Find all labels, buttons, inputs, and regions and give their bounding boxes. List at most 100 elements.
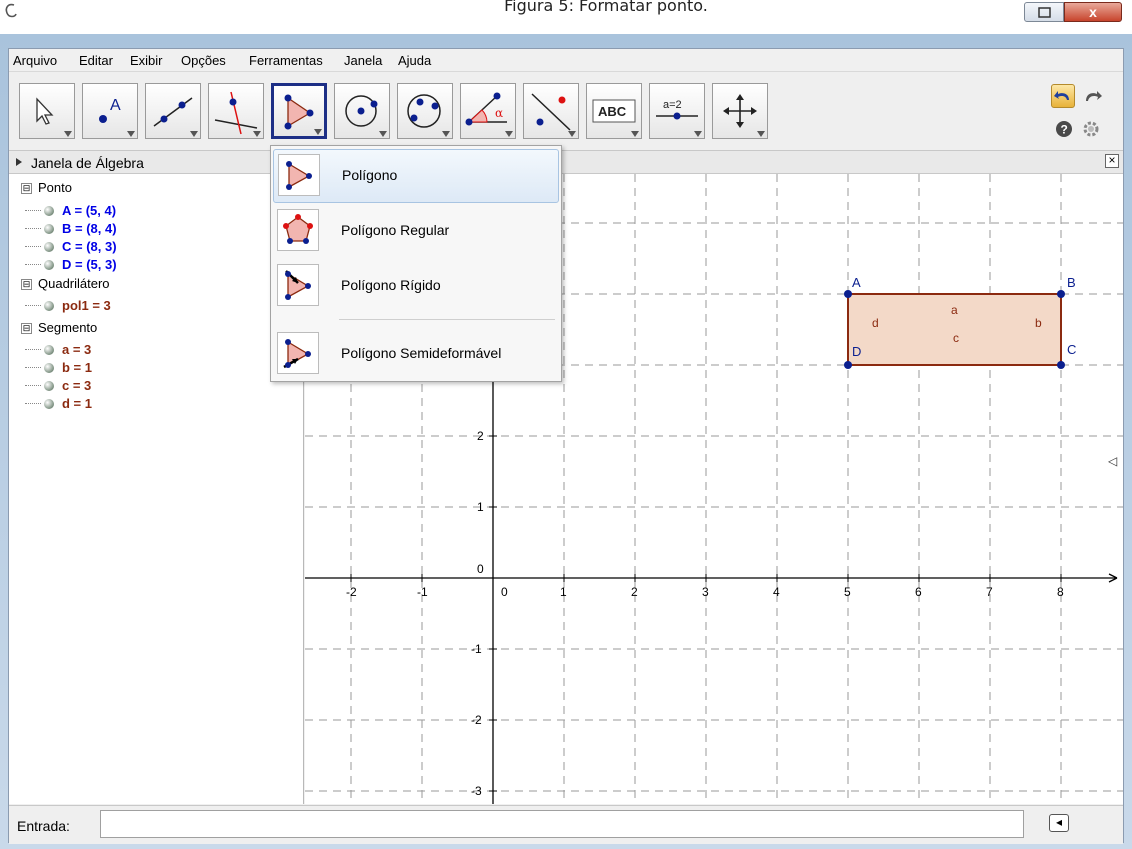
slider-icon: a=2 bbox=[656, 99, 698, 120]
toolbar: A α ABC a=2 ? bbox=[9, 72, 1123, 150]
y-tick-label: 2 bbox=[477, 429, 484, 443]
algebra-item-A[interactable]: A = (5, 4) bbox=[25, 203, 116, 218]
point-C[interactable] bbox=[1057, 361, 1065, 369]
algebra-view: ⊟ Ponto A = (5, 4) B = (8, 4) C = (8, 3) … bbox=[9, 174, 304, 804]
menu-arquivo[interactable]: Arquivo bbox=[13, 53, 57, 68]
menu-editar[interactable]: Editar bbox=[79, 53, 113, 68]
menu-ferramentas[interactable]: Ferramentas bbox=[249, 53, 323, 68]
point-label-A: A bbox=[852, 275, 861, 290]
line-tool-button[interactable] bbox=[145, 83, 201, 139]
algebra-item-C[interactable]: C = (8, 3) bbox=[25, 239, 117, 254]
maximize-button[interactable] bbox=[1024, 2, 1064, 22]
point-label-D: D bbox=[852, 344, 861, 359]
text-tool-button[interactable]: ABC bbox=[586, 83, 642, 139]
dropdown-item-poligono[interactable]: Polígono bbox=[273, 149, 559, 203]
point-label-B: B bbox=[1067, 275, 1076, 290]
svg-text:a=2: a=2 bbox=[663, 99, 682, 111]
redo-icon bbox=[1086, 91, 1102, 101]
input-field[interactable] bbox=[100, 810, 1024, 838]
collapse-icon: ⊟ bbox=[21, 279, 32, 290]
visibility-toggle-icon[interactable] bbox=[44, 301, 54, 311]
visibility-toggle-icon[interactable] bbox=[44, 206, 54, 216]
rigid-polygon-icon bbox=[277, 264, 319, 306]
algebra-item-b[interactable]: b = 1 bbox=[25, 360, 92, 375]
settings-button[interactable] bbox=[1081, 119, 1101, 139]
point-D[interactable] bbox=[844, 361, 852, 369]
move-tool-button[interactable] bbox=[19, 83, 75, 139]
segment-label-a: a bbox=[951, 303, 958, 317]
side-panel-arrow-icon[interactable]: ◁ bbox=[1108, 454, 1117, 468]
category-ponto[interactable]: ⊟ Ponto bbox=[21, 180, 72, 195]
point-B[interactable] bbox=[1057, 290, 1065, 298]
close-view-button[interactable]: × bbox=[1105, 154, 1119, 168]
perpendicular-tool-button[interactable] bbox=[208, 83, 264, 139]
svg-text:α: α bbox=[495, 106, 503, 120]
input-label: Entrada: bbox=[17, 818, 70, 834]
visibility-toggle-icon[interactable] bbox=[44, 260, 54, 270]
algebra-item-B[interactable]: B = (8, 4) bbox=[25, 221, 117, 236]
y-tick-label: 1 bbox=[477, 500, 484, 514]
x-tick-label: 6 bbox=[915, 585, 922, 599]
angle-icon: α bbox=[465, 92, 507, 126]
help-icon: ? bbox=[1056, 121, 1072, 137]
y-tick-label: -2 bbox=[471, 713, 482, 727]
category-segmento[interactable]: ⊟ Segmento bbox=[21, 320, 97, 335]
polygon-tool-button[interactable] bbox=[271, 83, 327, 139]
circle-through-points-icon bbox=[407, 94, 441, 128]
algebra-item-a[interactable]: a = 3 bbox=[25, 342, 91, 357]
x-tick-label: 5 bbox=[844, 585, 851, 599]
visibility-toggle-icon[interactable] bbox=[44, 381, 54, 391]
dropdown-item-poligono-rigido[interactable]: Polígono Rígido bbox=[271, 259, 561, 313]
polygon-icon bbox=[278, 154, 320, 196]
category-quadrilatero[interactable]: ⊟ Quadrilátero bbox=[21, 276, 110, 291]
y-tick-label: 0 bbox=[477, 562, 484, 576]
expand-triangle-icon[interactable] bbox=[15, 157, 23, 167]
visibility-toggle-icon[interactable] bbox=[44, 399, 54, 409]
menu-ajuda[interactable]: Ajuda bbox=[398, 53, 431, 68]
regular-polygon-icon bbox=[277, 209, 319, 251]
move-arrows-icon bbox=[723, 94, 757, 128]
redo-button[interactable] bbox=[1081, 84, 1105, 108]
visibility-toggle-icon[interactable] bbox=[44, 242, 54, 252]
reflect-about-line-icon bbox=[531, 93, 571, 131]
dropdown-item-poligono-semideformavel[interactable]: Polígono Semideformável bbox=[271, 327, 561, 381]
gear-icon bbox=[1083, 121, 1099, 137]
dropdown-item-poligono-regular[interactable]: Polígono Regular bbox=[271, 204, 561, 258]
point-A[interactable] bbox=[844, 290, 852, 298]
undo-button[interactable] bbox=[1051, 84, 1075, 108]
move-view-tool-button[interactable] bbox=[712, 83, 768, 139]
point-label-C: C bbox=[1067, 342, 1076, 357]
menu-janela[interactable]: Janela bbox=[344, 53, 382, 68]
visibility-toggle-icon[interactable] bbox=[44, 224, 54, 234]
visibility-toggle-icon[interactable] bbox=[44, 363, 54, 373]
x-tick-label: 4 bbox=[773, 585, 780, 599]
slider-tool-button[interactable]: a=2 bbox=[649, 83, 705, 139]
x-tick-label: 8 bbox=[1057, 585, 1064, 599]
x-tick-label: 1 bbox=[560, 585, 567, 599]
cursor-arrow-icon bbox=[36, 97, 54, 125]
point-tool-button[interactable]: A bbox=[82, 83, 138, 139]
semideformable-polygon-icon bbox=[277, 332, 319, 374]
x-tick-label: 2 bbox=[631, 585, 638, 599]
conic-tool-button[interactable] bbox=[397, 83, 453, 139]
algebra-item-d[interactable]: d = 1 bbox=[25, 396, 92, 411]
menu-opcoes[interactable]: Opções bbox=[181, 53, 226, 68]
circle-tool-button[interactable] bbox=[334, 83, 390, 139]
algebra-header-bar: Janela de Álgebra × bbox=[9, 150, 1123, 174]
x-tick-label: 0 bbox=[501, 585, 508, 599]
algebra-item-c[interactable]: c = 3 bbox=[25, 378, 91, 393]
point-icon: A bbox=[99, 97, 121, 123]
perpendicular-line-icon bbox=[214, 91, 258, 135]
reflect-tool-button[interactable] bbox=[523, 83, 579, 139]
help-button[interactable]: ? bbox=[1055, 120, 1073, 138]
angle-tool-button[interactable]: α bbox=[460, 83, 516, 139]
algebra-item-pol1[interactable]: pol1 = 3 bbox=[25, 298, 111, 313]
menu-exibir[interactable]: Exibir bbox=[130, 53, 163, 68]
collapse-icon: ⊟ bbox=[21, 183, 32, 194]
segment-label-c: c bbox=[953, 331, 959, 345]
algebra-item-D[interactable]: D = (5, 3) bbox=[25, 257, 117, 272]
polygon-tool-dropdown: Polígono Polígono Regular Polígono Rígid… bbox=[270, 145, 562, 382]
visibility-toggle-icon[interactable] bbox=[44, 345, 54, 355]
input-help-button[interactable]: ◂ bbox=[1049, 814, 1069, 832]
close-window-button[interactable]: x bbox=[1064, 2, 1122, 22]
